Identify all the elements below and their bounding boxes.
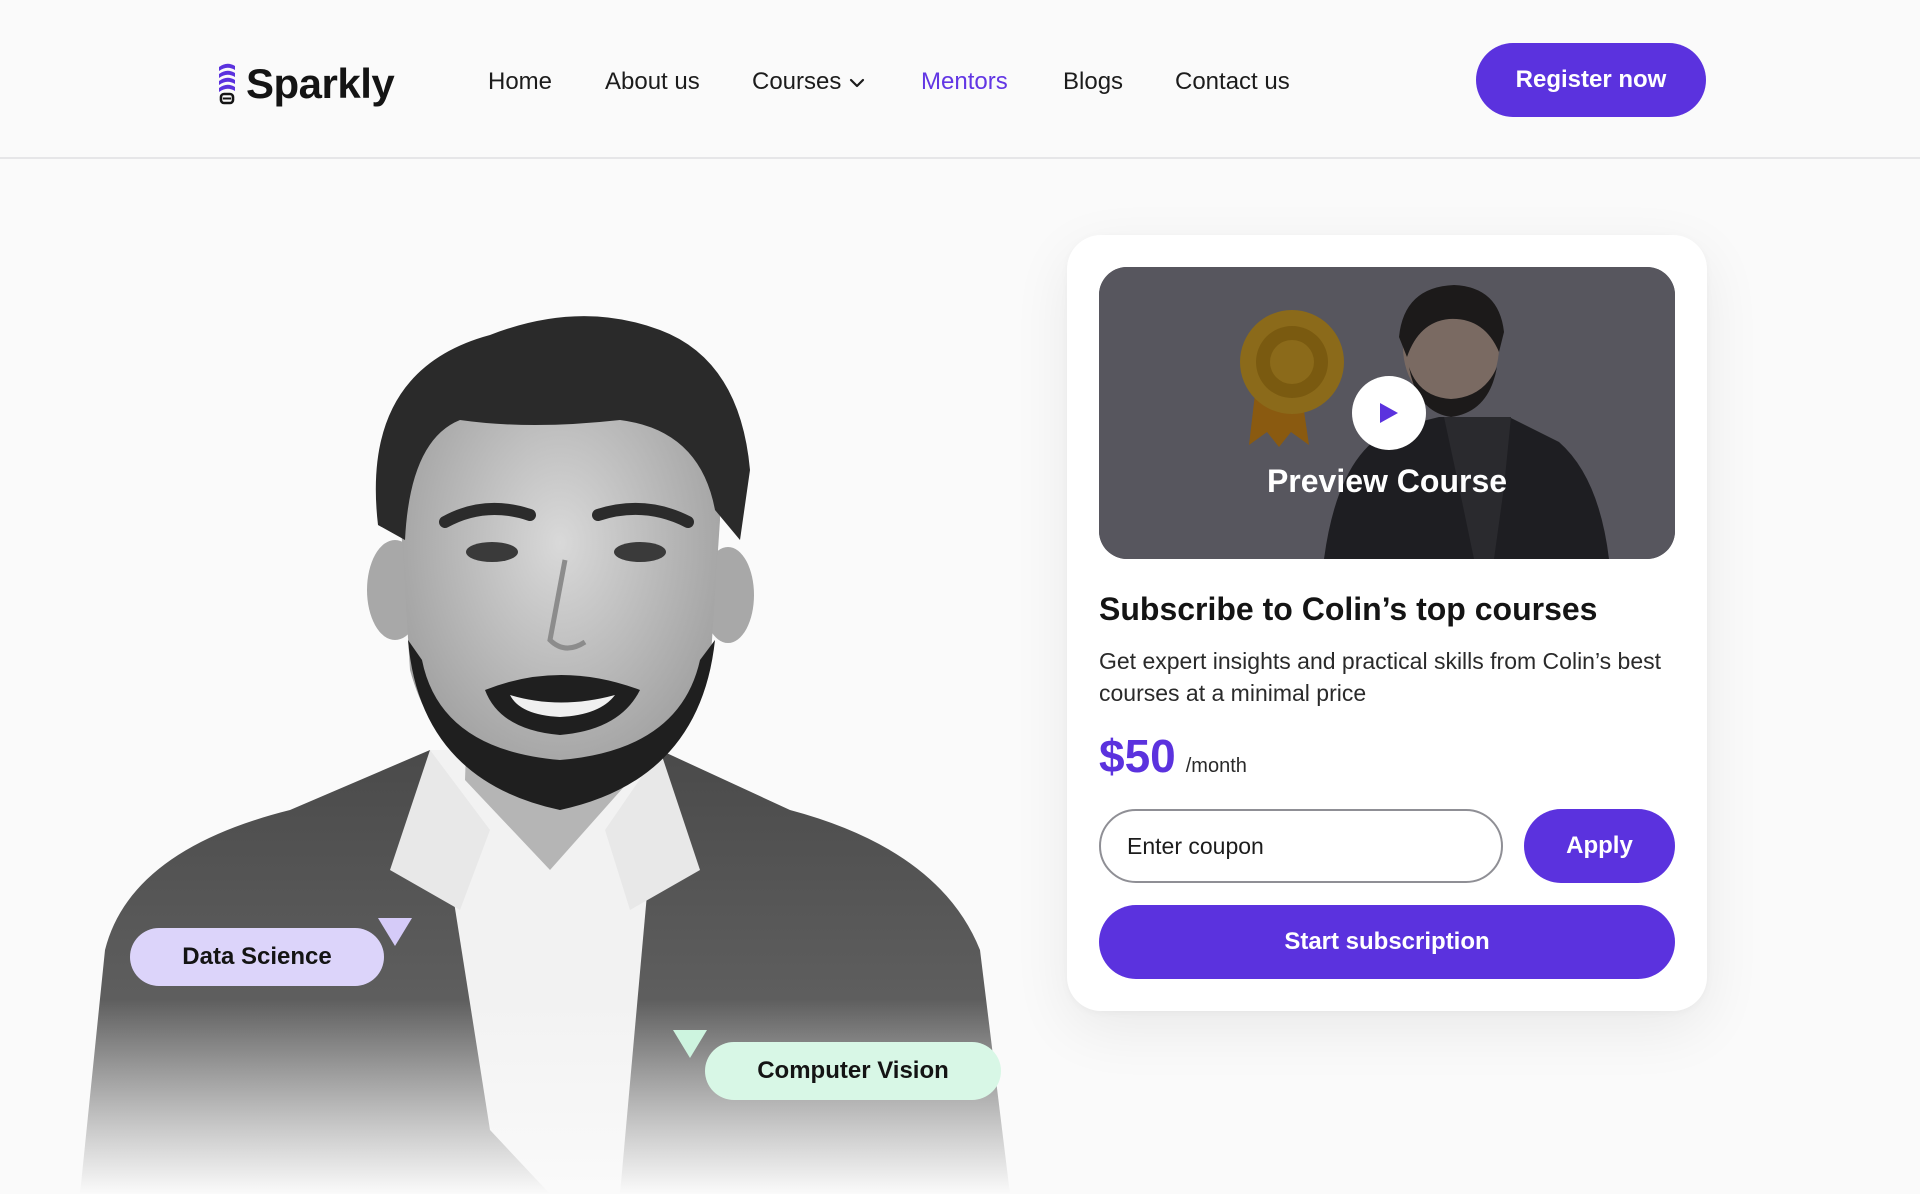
tag-pointer-icon xyxy=(673,1030,707,1058)
logo[interactable]: Sparkly xyxy=(216,54,395,114)
nav-about-us[interactable]: About us xyxy=(605,62,700,102)
subscription-description: Get expert insights and practical skills… xyxy=(1099,648,1662,706)
start-subscription-button[interactable]: Start subscription xyxy=(1099,905,1675,979)
tag-pointer-icon xyxy=(378,918,412,946)
tag-data-science: Data Science xyxy=(130,928,384,986)
preview-course-label: Preview Course xyxy=(1266,463,1508,499)
subscription-title: Subscribe to Colin’s top courses xyxy=(1099,591,1598,627)
price: $50 /month xyxy=(1099,729,1247,783)
brand-name: Sparkly xyxy=(246,60,395,107)
nav-mentors[interactable]: Mentors xyxy=(921,62,1008,102)
nav-courses-label: Courses xyxy=(752,68,842,95)
site-header: Sparkly Home About us Courses Mentors Bl… xyxy=(0,0,1920,159)
price-amount: $50 xyxy=(1099,730,1176,782)
register-now-button[interactable]: Register now xyxy=(1476,43,1706,117)
lightbulb-spiral-icon xyxy=(219,63,235,105)
subscription-card: Preview Course Subscribe to Colin’s top … xyxy=(1067,235,1707,1011)
nav-contact-us[interactable]: Contact us xyxy=(1175,62,1290,102)
coupon-input[interactable] xyxy=(1099,809,1503,883)
play-button[interactable] xyxy=(1352,376,1426,450)
nav-blogs[interactable]: Blogs xyxy=(1063,62,1123,102)
tag-computer-vision: Computer Vision xyxy=(705,1042,1001,1100)
apply-coupon-button[interactable]: Apply xyxy=(1524,809,1675,883)
nav-courses[interactable]: Courses xyxy=(752,62,865,102)
price-period: /month xyxy=(1185,755,1247,777)
preview-course-video[interactable]: Preview Course xyxy=(1099,267,1675,559)
play-icon xyxy=(1380,403,1398,423)
chevron-down-icon xyxy=(850,78,865,87)
nav-home[interactable]: Home xyxy=(488,62,552,102)
